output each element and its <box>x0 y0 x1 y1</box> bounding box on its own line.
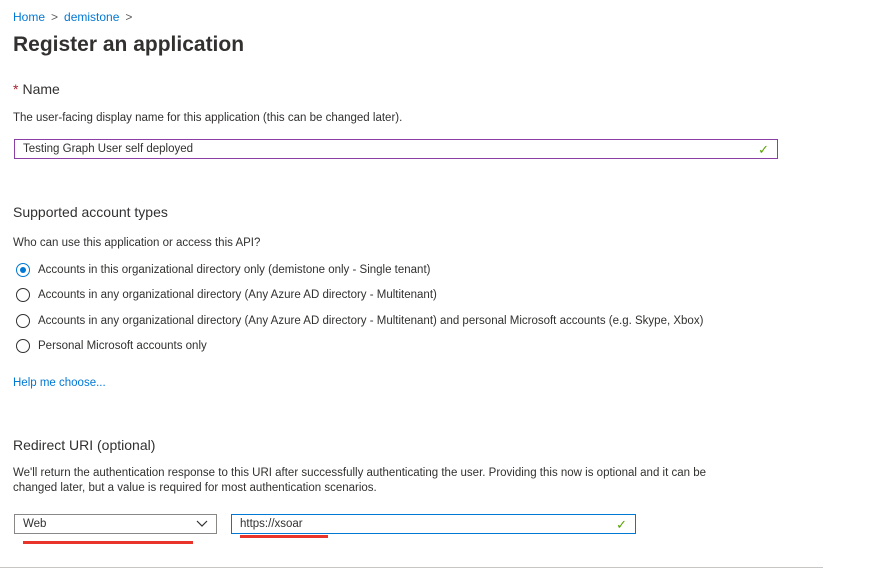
radio-option-single-tenant[interactable]: Accounts in this organizational director… <box>16 263 430 277</box>
redirect-uri-value: https://xsoar <box>240 518 303 530</box>
annotation-underline-platform <box>23 541 193 544</box>
name-input-value: Testing Graph User self deployed <box>23 143 194 155</box>
chevron-down-icon <box>196 520 208 527</box>
breadcrumb-separator: > <box>51 10 59 24</box>
required-marker: * <box>13 81 19 97</box>
account-types-question: Who can use this application or access t… <box>13 237 261 249</box>
breadcrumb: Home > demistone > <box>13 10 138 24</box>
radio-label: Accounts in any organizational directory… <box>38 289 437 301</box>
redirect-uri-description-line2: changed later, but a value is required f… <box>13 482 377 494</box>
name-description: The user-facing display name for this ap… <box>13 112 403 124</box>
radio-label: Personal Microsoft accounts only <box>38 340 207 352</box>
radio-selected-icon[interactable] <box>16 263 30 277</box>
platform-select[interactable]: Web <box>14 514 217 534</box>
account-types-heading: Supported account types <box>13 204 168 220</box>
platform-select-value: Web <box>23 518 47 530</box>
radio-unselected-icon[interactable] <box>16 339 30 353</box>
radio-option-personal-only[interactable]: Personal Microsoft accounts only <box>16 339 207 353</box>
breadcrumb-demistone[interactable]: demistone <box>64 10 119 24</box>
breadcrumb-home[interactable]: Home <box>13 10 45 24</box>
help-me-choose-link[interactable]: Help me choose... <box>13 377 106 389</box>
checkmark-icon: ✓ <box>616 516 627 532</box>
redirect-uri-heading: Redirect URI (optional) <box>13 437 156 453</box>
radio-label: Accounts in any organizational directory… <box>38 315 704 327</box>
redirect-uri-description-line1: We'll return the authentication response… <box>13 467 707 479</box>
annotation-underline-uri <box>240 535 328 538</box>
radio-option-multitenant-personal[interactable]: Accounts in any organizational directory… <box>16 314 703 328</box>
radio-option-multitenant[interactable]: Accounts in any organizational directory… <box>16 288 437 302</box>
name-input[interactable]: Testing Graph User self deployed ✓ <box>14 139 778 159</box>
radio-unselected-icon[interactable] <box>16 314 30 328</box>
breadcrumb-separator: > <box>125 10 133 24</box>
radio-unselected-icon[interactable] <box>16 288 30 302</box>
radio-label: Accounts in this organizational director… <box>38 264 431 276</box>
name-heading: * Name <box>13 81 60 97</box>
page-title: Register an application <box>13 33 245 56</box>
name-heading-label: Name <box>22 81 60 97</box>
divider <box>0 567 823 568</box>
checkmark-icon: ✓ <box>758 141 769 157</box>
redirect-uri-input[interactable]: https://xsoar ✓ <box>231 514 636 534</box>
